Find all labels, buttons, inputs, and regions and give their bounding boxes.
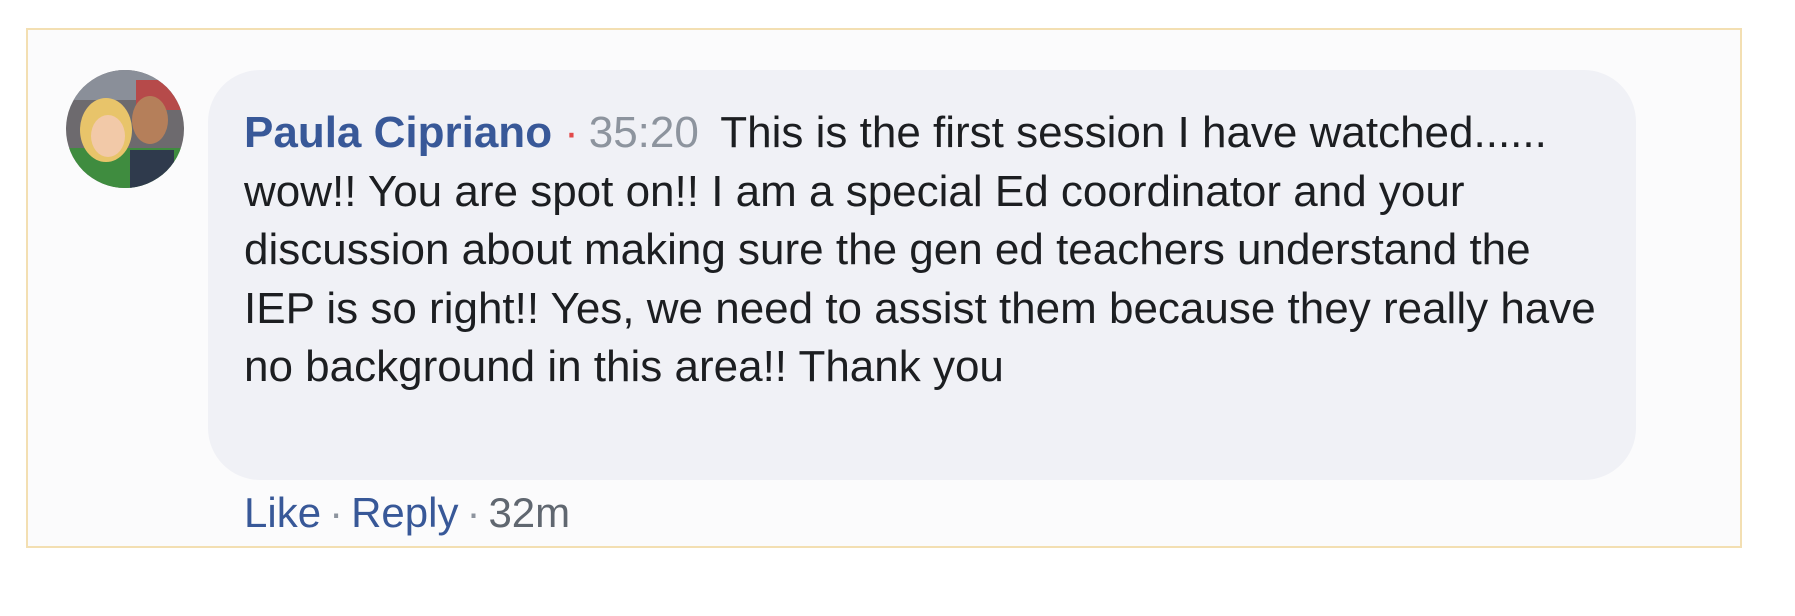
comment-body: Paula Cipriano · 35:20 This is the first s… <box>244 104 1600 397</box>
separator-dot: · <box>564 108 579 157</box>
author-name-link[interactable]: Paula Cipriano <box>244 108 552 157</box>
reply-button[interactable]: Reply <box>351 489 458 536</box>
video-timestamp-link[interactable]: 35:20 <box>589 108 699 157</box>
comment-actions: Like · Reply · 32m <box>244 487 570 539</box>
action-separator: · <box>329 489 344 536</box>
like-button[interactable]: Like <box>244 489 321 536</box>
comment-age[interactable]: 32m <box>488 489 570 536</box>
comment-bubble: Paula Cipriano · 35:20 This is the first s… <box>208 70 1636 480</box>
profile-photo-avatar <box>66 70 184 188</box>
action-separator: · <box>466 489 481 536</box>
avatar[interactable] <box>66 70 184 188</box>
